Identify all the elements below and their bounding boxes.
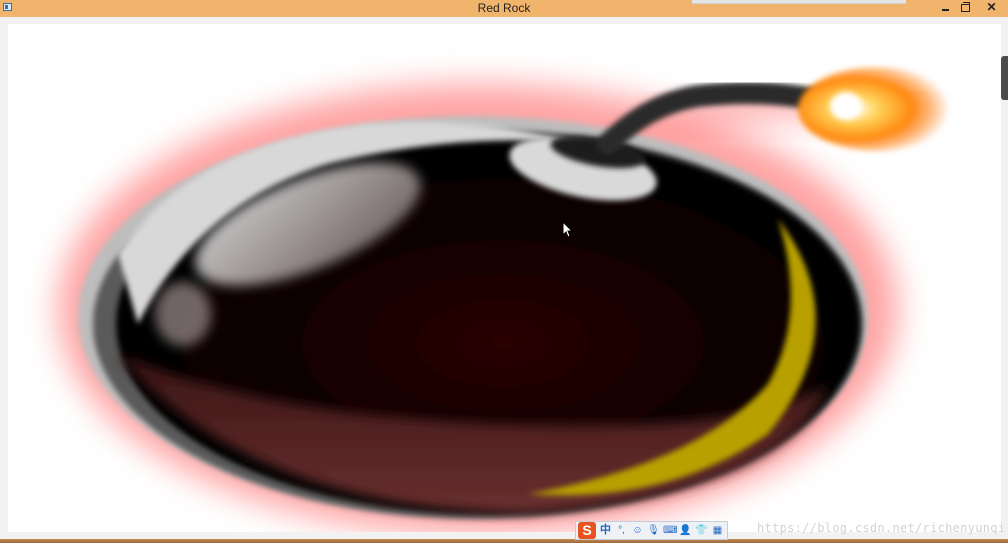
grid-icon[interactable]: ▦: [711, 524, 724, 537]
watermark-text: https://blog.csdn.net/richenyunqi: [757, 521, 1006, 535]
scrollbar-handle[interactable]: [1001, 56, 1008, 100]
emoji-icon[interactable]: ☺: [631, 524, 644, 537]
sogou-logo-icon[interactable]: S: [578, 522, 596, 539]
taskbar: [0, 539, 1008, 543]
chinese-mode-icon[interactable]: 中: [599, 524, 612, 537]
maximize-icon: [960, 2, 970, 12]
bomb-image: [58, 67, 958, 532]
ime-toolbar: S 中 °, ☺ 🎙 ⌨ 👤 👕 ▦: [575, 521, 728, 540]
fuse-spark: [798, 67, 958, 151]
minimize-icon: [941, 9, 949, 11]
punctuation-icon[interactable]: °,: [615, 524, 628, 537]
close-icon: ✕: [986, 0, 997, 14]
window-frame-left: [0, 17, 8, 537]
keyboard-icon[interactable]: ⌨: [663, 524, 677, 537]
title-bar: Red Rock ✕: [0, 0, 1008, 17]
minimize-button[interactable]: [935, 0, 955, 15]
mouse-cursor-icon: [562, 221, 574, 238]
close-button[interactable]: ✕: [975, 0, 1008, 15]
window-frame-top: [0, 17, 1008, 24]
user-icon[interactable]: 👤: [679, 524, 692, 537]
microphone-icon[interactable]: 🎙: [647, 524, 660, 537]
maximize-button[interactable]: [955, 0, 975, 15]
canvas-area[interactable]: [8, 24, 1001, 532]
window-title: Red Rock: [477, 1, 531, 15]
skin-icon[interactable]: 👕: [695, 524, 708, 537]
